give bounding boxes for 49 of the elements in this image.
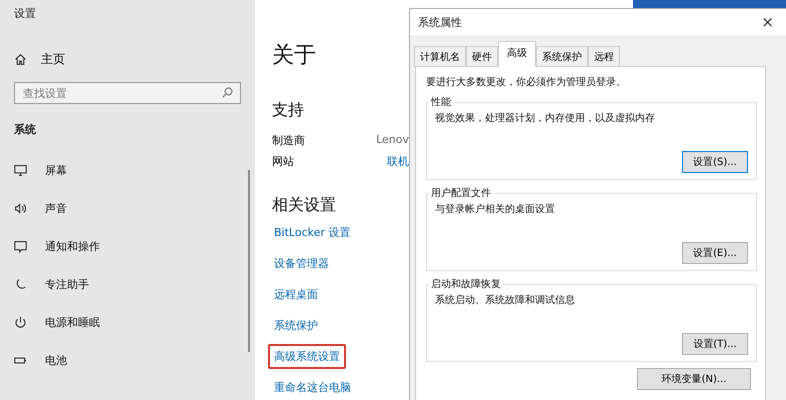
nav-item[interactable]: 电源和睡眠 xyxy=(14,313,241,331)
message-icon xyxy=(14,240,27,252)
speaker-icon xyxy=(14,202,27,214)
group-description: 与登录帐户相关的桌面设置 xyxy=(435,202,556,216)
section-heading: 支持 xyxy=(272,100,305,121)
group-title: 用户配置文件 xyxy=(430,186,492,200)
settings-link[interactable]: 系统保护 xyxy=(268,313,324,338)
settings-button[interactable]: 设置(E)... xyxy=(682,242,748,264)
info-value: Lenov xyxy=(376,133,409,148)
nav-item[interactable]: 专注助手 xyxy=(14,275,241,293)
info-link[interactable]: 联机 xyxy=(387,154,409,169)
settings-link[interactable]: 高级系统设置 xyxy=(268,344,346,369)
search-icon xyxy=(222,87,233,98)
group-title: 启动和故障恢复 xyxy=(430,278,502,291)
section-heading: 相关设置 xyxy=(272,195,337,216)
tab[interactable]: 计算机名 xyxy=(414,46,466,67)
settings-link[interactable]: 远程桌面 xyxy=(268,282,324,307)
tab[interactable]: 高级 xyxy=(498,41,536,67)
home-nav-item[interactable]: 主页 xyxy=(14,51,241,68)
group-description: 系统启动、系统故障和调试信息 xyxy=(435,294,576,307)
settings-button[interactable]: 设置(S)... xyxy=(682,151,748,173)
tab[interactable]: 远程 xyxy=(588,46,620,67)
settings-link[interactable]: BitLocker 设置 xyxy=(268,220,356,245)
tab[interactable]: 系统保护 xyxy=(536,46,588,67)
search-field[interactable]: 查找设置 xyxy=(14,82,241,104)
settings-link[interactable]: 重命名这台电脑 xyxy=(268,375,357,400)
window-title: 设置 xyxy=(14,6,37,21)
page-title: 关于 xyxy=(272,42,317,70)
settings-button[interactable]: 设置(T)... xyxy=(682,333,748,355)
notice-text: 要进行大多数更改，你必须作为管理员登录。 xyxy=(426,76,627,89)
info-label: 网站 xyxy=(272,154,294,169)
close-button[interactable]: × xyxy=(757,13,778,31)
monitor-icon xyxy=(14,164,27,176)
section-heading: 系统 xyxy=(14,122,37,137)
tab[interactable]: 硬件 xyxy=(466,46,498,67)
nav-item[interactable]: 通知和操作 xyxy=(14,237,241,255)
nav-item[interactable]: 电池 xyxy=(14,351,241,369)
group-title: 性能 xyxy=(430,96,452,109)
power-icon xyxy=(14,316,27,328)
environment-variables-button[interactable]: 环境变量(N)... xyxy=(637,368,751,390)
moon-icon xyxy=(14,278,27,290)
scrollbar[interactable] xyxy=(248,170,250,352)
settings-link[interactable]: 设备管理器 xyxy=(268,251,335,276)
nav-item[interactable]: 屏幕 xyxy=(14,161,241,179)
home-icon xyxy=(14,53,27,66)
dialog-title: 系统属性 xyxy=(418,14,462,30)
group-description: 视觉效果，处理器计划，内存使用，以及虚拟内存 xyxy=(435,112,656,125)
info-label: 制造商 xyxy=(272,133,305,148)
nav-item[interactable]: 声音 xyxy=(14,199,241,217)
